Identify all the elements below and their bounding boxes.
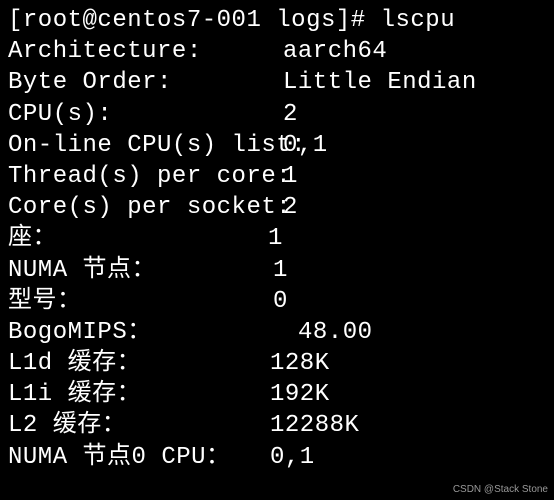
- output-value: 0,1: [283, 130, 554, 161]
- output-label: 型号：: [8, 286, 273, 317]
- output-row: Architecture:aarch64: [8, 36, 554, 67]
- output-value: 1: [268, 223, 554, 254]
- output-value: 0: [273, 286, 554, 317]
- output-value: 128K: [270, 348, 554, 379]
- output-label: Core(s) per socket:: [8, 192, 283, 223]
- output-row: Thread(s) per core:1: [8, 161, 554, 192]
- output-row: L1i 缓存：192K: [8, 379, 554, 410]
- output-label: L1i 缓存：: [8, 379, 270, 410]
- output-label: On-line CPU(s) list:: [8, 130, 283, 161]
- output-value: 12288K: [270, 410, 554, 441]
- output-row: BogoMIPS：48.00: [8, 317, 554, 348]
- command: lscpu: [381, 7, 456, 34]
- output-value: 2: [283, 192, 554, 223]
- prompt-host: centos7-001: [97, 7, 261, 34]
- output-label: L1d 缓存：: [8, 348, 270, 379]
- output-value: 0,1: [270, 442, 554, 473]
- output-row: L2 缓存：12288K: [8, 410, 554, 441]
- output-label: 座：: [8, 223, 268, 254]
- prompt-symbol: #: [351, 7, 366, 34]
- prompt-cwd: logs: [276, 7, 336, 34]
- output-value: aarch64: [283, 36, 554, 67]
- output-row: 型号：0: [8, 286, 554, 317]
- output-label: L2 缓存：: [8, 410, 270, 441]
- output-row: Byte Order:Little Endian: [8, 67, 554, 98]
- output-label: NUMA 节点：: [8, 255, 273, 286]
- output-label: CPU(s):: [8, 99, 283, 130]
- output-value: 2: [283, 99, 554, 130]
- output-value: 1: [283, 161, 554, 192]
- watermark: CSDN @Stack Stone: [453, 483, 548, 496]
- output-row: CPU(s):2: [8, 99, 554, 130]
- prompt-user: root: [23, 7, 83, 34]
- output-row: Core(s) per socket:2: [8, 192, 554, 223]
- output-row: 座：1: [8, 223, 554, 254]
- output-row: NUMA 节点0 CPU：0,1: [8, 442, 554, 473]
- output-row: NUMA 节点：1: [8, 255, 554, 286]
- output-value: 1: [273, 255, 554, 286]
- output-row: L1d 缓存：128K: [8, 348, 554, 379]
- output-label: Architecture:: [8, 36, 283, 67]
- output-label: Byte Order:: [8, 67, 283, 98]
- prompt-at: @: [83, 7, 98, 34]
- output-label: BogoMIPS：: [8, 317, 298, 348]
- prompt-open-bracket: [: [8, 7, 23, 34]
- prompt-close-bracket: ]: [336, 7, 351, 34]
- output-value: 48.00: [298, 317, 554, 348]
- output-row: On-line CPU(s) list:0,1: [8, 130, 554, 161]
- output-label: Thread(s) per core:: [8, 161, 283, 192]
- lscpu-output: Architecture:aarch64Byte Order:Little En…: [8, 36, 554, 473]
- output-value: 192K: [270, 379, 554, 410]
- shell-prompt[interactable]: [root@centos7-001 logs]# lscpu: [8, 5, 554, 36]
- output-value: Little Endian: [283, 67, 554, 98]
- output-label: NUMA 节点0 CPU：: [8, 442, 270, 473]
